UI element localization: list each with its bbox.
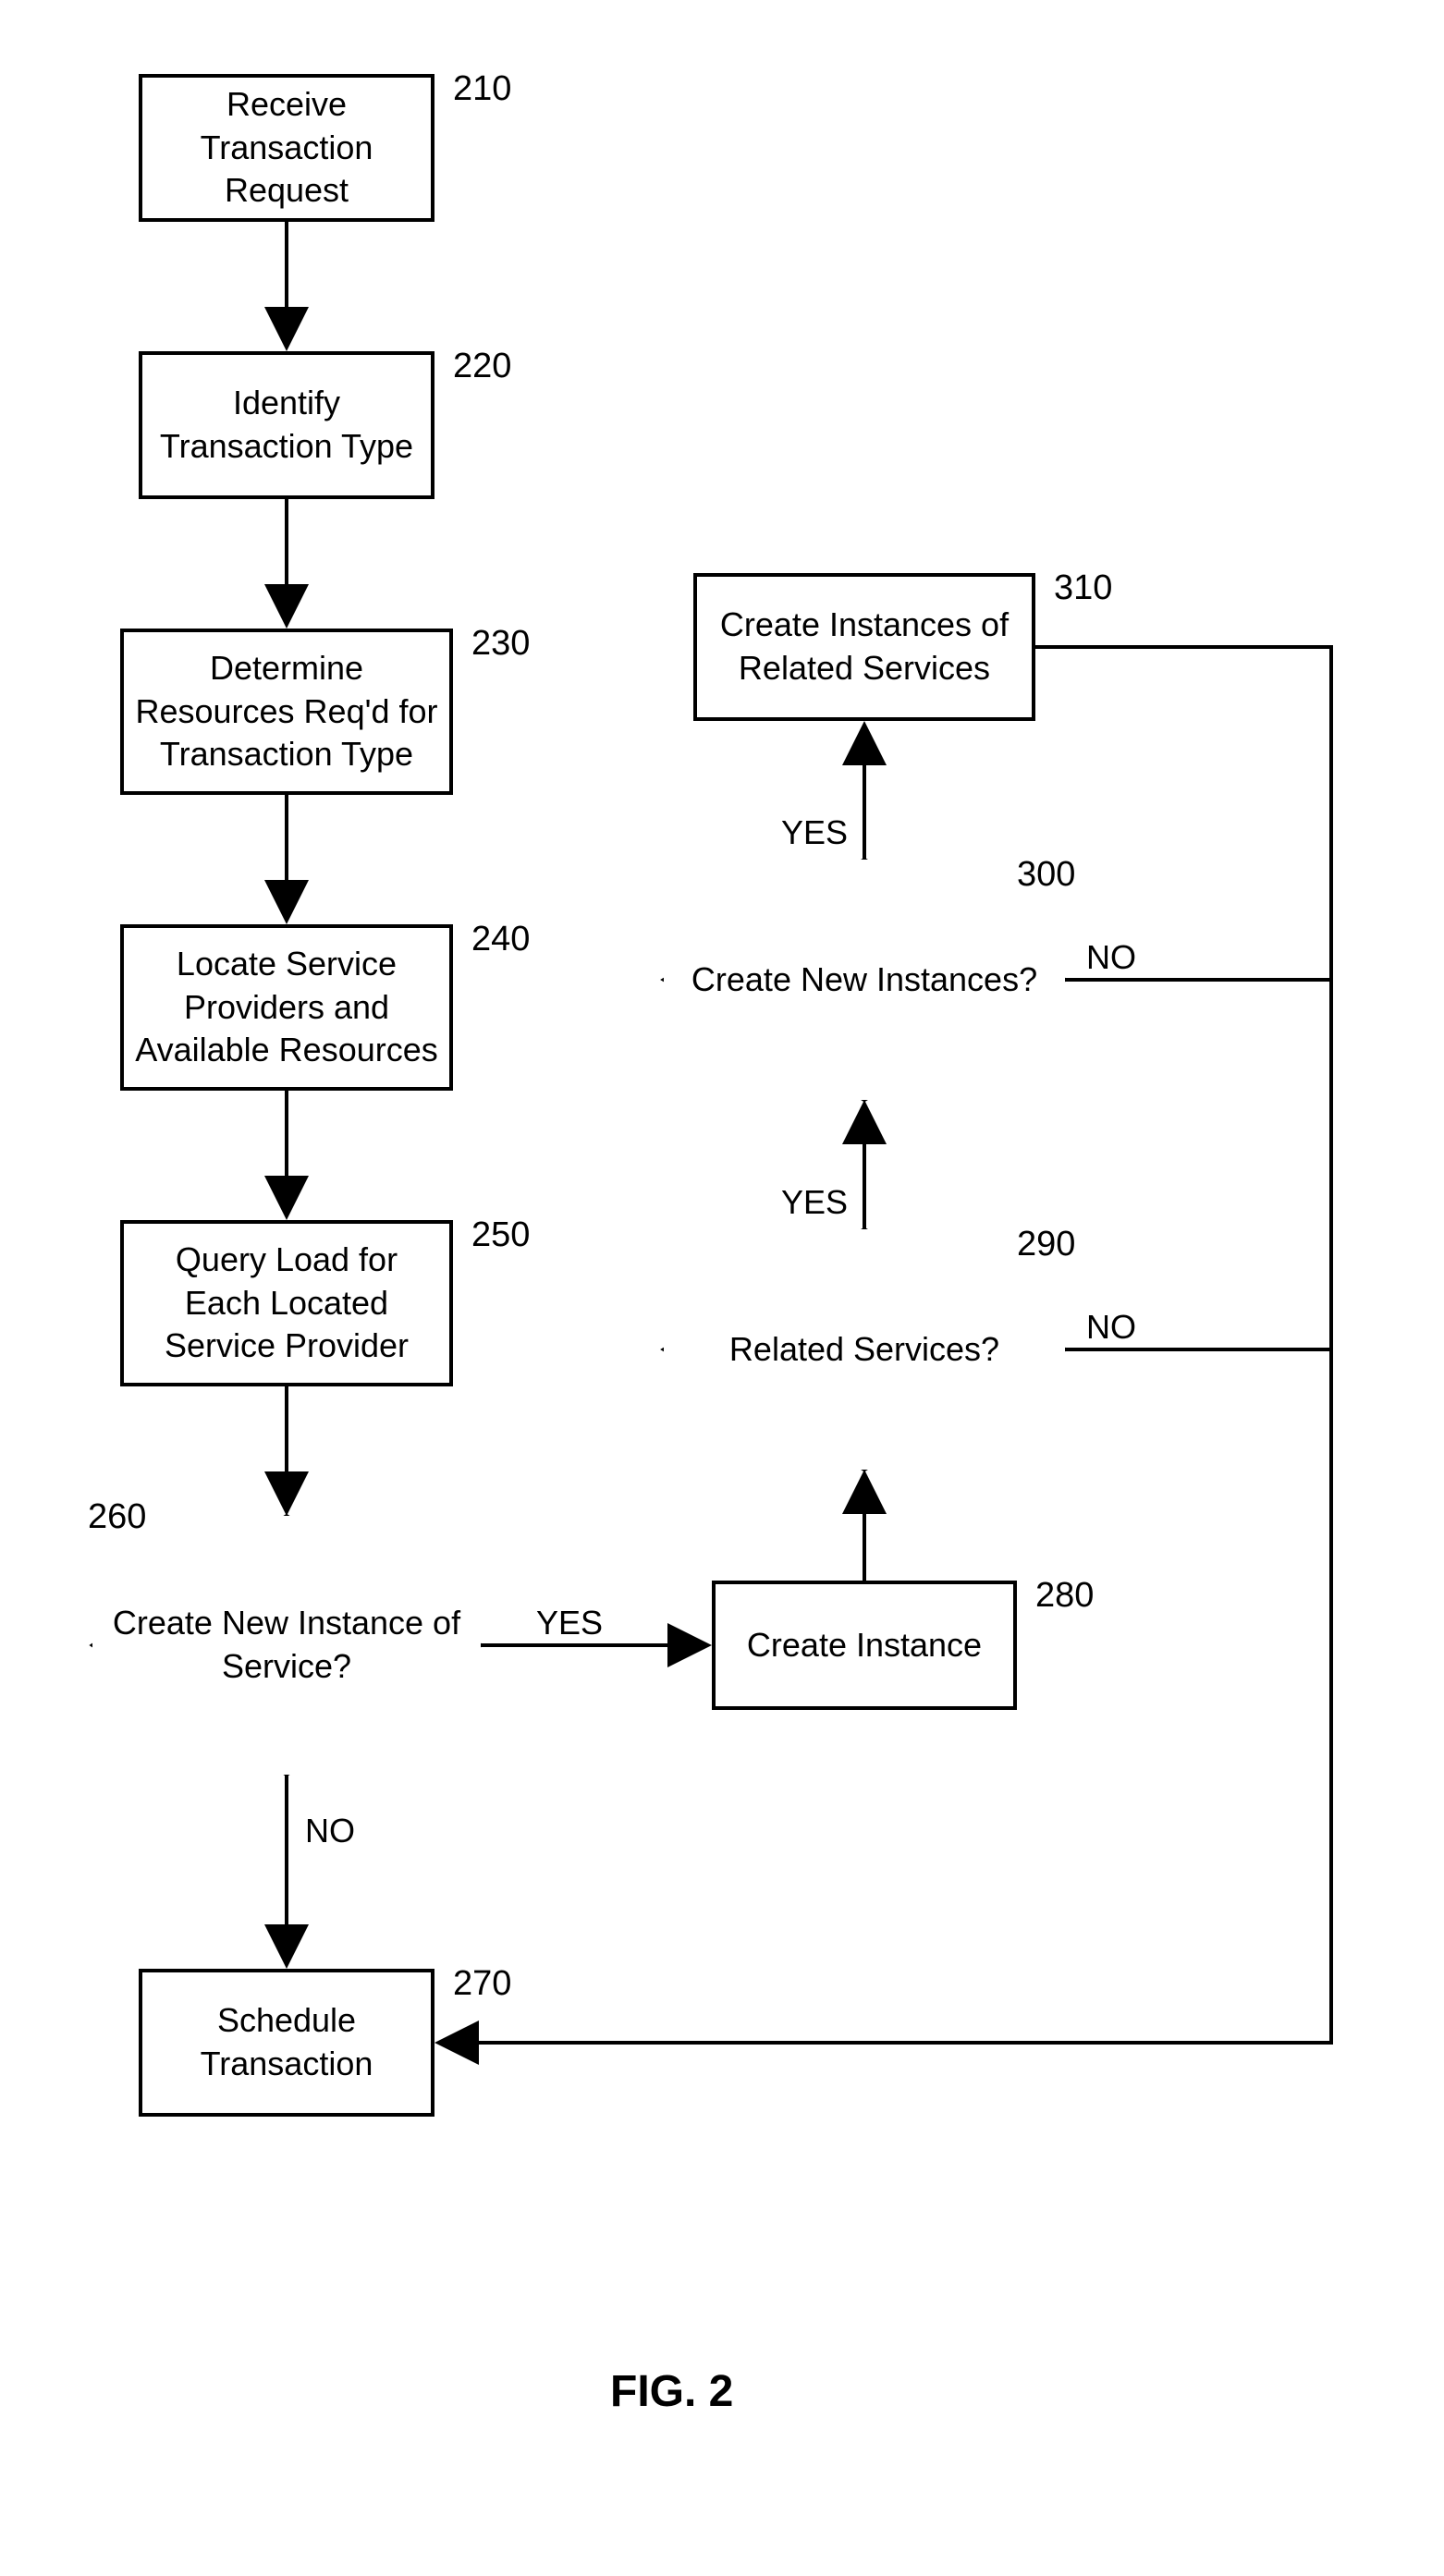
arrows [0, 0, 1444, 2576]
diamond-text: Related Services? [711, 1310, 1018, 1390]
diamond-text: Create New Instances? [673, 940, 1056, 1020]
diamond-text: Create New Instance of Service? [92, 1583, 481, 1707]
